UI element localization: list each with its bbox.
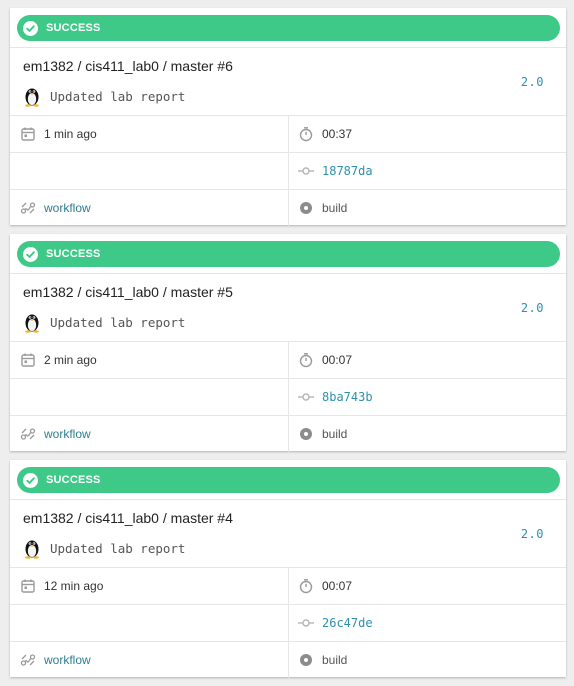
- build-title[interactable]: em1382 / cis411_lab0 / master #4: [23, 510, 233, 526]
- commit-message: Updated lab report: [50, 314, 186, 330]
- build-details-grid: 12 min ago 00:07 26c47de workflow build: [10, 567, 566, 678]
- commit-message-row: Updated lab report: [23, 311, 185, 333]
- build-title[interactable]: em1382 / cis411_lab0 / master #5: [23, 284, 233, 300]
- job-dot-icon: [300, 428, 312, 440]
- calendar-icon: [21, 127, 35, 141]
- workflow-link[interactable]: workflow: [44, 653, 91, 667]
- job-dot-icon: [300, 202, 312, 214]
- build-title[interactable]: em1382 / cis411_lab0 / master #6: [23, 58, 233, 74]
- stopwatch-icon: [299, 579, 313, 594]
- commit-hash-cell[interactable]: 26c47de: [298, 605, 373, 641]
- status-label: SUCCESS: [46, 248, 101, 260]
- workflow-link[interactable]: workflow: [44, 427, 91, 441]
- version-label: 2.0: [520, 75, 544, 89]
- workflow-icon: [20, 654, 36, 666]
- commit-hash-link[interactable]: 8ba743b: [322, 390, 373, 404]
- commit-icon: [298, 167, 314, 175]
- job-cell: build: [298, 416, 347, 452]
- workflow-icon: [20, 428, 36, 440]
- duration: 00:07: [322, 353, 353, 367]
- linux-tux-icon: [25, 88, 39, 107]
- job-cell: build: [298, 642, 347, 678]
- check-circle-icon: [23, 246, 38, 262]
- time-ago: 12 min ago: [44, 579, 104, 593]
- commit-hash-link[interactable]: 26c47de: [322, 616, 373, 630]
- calendar-icon: [21, 579, 35, 593]
- job-name: build: [322, 653, 348, 667]
- commit-hash-link[interactable]: 18787da: [322, 164, 373, 178]
- stopwatch-icon: [299, 353, 313, 368]
- status-badge[interactable]: SUCCESS: [17, 467, 560, 493]
- duration: 00:07: [322, 579, 353, 593]
- build-time: 2 min ago: [20, 342, 97, 378]
- build-list: SUCCESS em1382 / cis411_lab0 / master #6…: [10, 8, 566, 686]
- linux-tux-icon: [25, 540, 39, 559]
- divider: [10, 499, 566, 500]
- build-card[interactable]: SUCCESS em1382 / cis411_lab0 / master #5…: [10, 234, 566, 452]
- status-badge[interactable]: SUCCESS: [17, 15, 560, 41]
- status-badge[interactable]: SUCCESS: [17, 241, 560, 267]
- build-card[interactable]: SUCCESS em1382 / cis411_lab0 / master #4…: [10, 460, 566, 678]
- workflow-cell[interactable]: workflow: [20, 642, 91, 678]
- build-duration: 00:07: [298, 568, 352, 604]
- job-dot-icon: [300, 654, 312, 666]
- version-label: 2.0: [520, 301, 544, 315]
- version-label: 2.0: [520, 527, 544, 541]
- linux-tux-icon: [25, 314, 39, 333]
- check-circle-icon: [23, 472, 38, 488]
- workflow-cell[interactable]: workflow: [20, 190, 91, 226]
- commit-message-row: Updated lab report: [23, 537, 185, 559]
- divider: [10, 47, 566, 48]
- job-name: build: [322, 201, 348, 215]
- check-circle-icon: [23, 20, 38, 36]
- time-ago: 2 min ago: [44, 353, 97, 367]
- time-ago: 1 min ago: [44, 127, 97, 141]
- status-label: SUCCESS: [46, 22, 101, 34]
- commit-message: Updated lab report: [50, 540, 186, 556]
- commit-icon: [298, 619, 314, 627]
- job-cell: build: [298, 190, 347, 226]
- commit-message-row: Updated lab report: [23, 85, 185, 107]
- divider: [10, 273, 566, 274]
- build-time: 1 min ago: [20, 116, 97, 152]
- workflow-cell[interactable]: workflow: [20, 416, 91, 452]
- build-card[interactable]: SUCCESS em1382 / cis411_lab0 / master #6…: [10, 8, 566, 226]
- commit-icon: [298, 393, 314, 401]
- commit-hash-cell[interactable]: 8ba743b: [298, 379, 373, 415]
- commit-hash-cell[interactable]: 18787da: [298, 153, 373, 189]
- duration: 00:37: [322, 127, 353, 141]
- build-details-grid: 1 min ago 00:37 18787da workflow build: [10, 115, 566, 226]
- calendar-icon: [21, 353, 35, 367]
- build-time: 12 min ago: [20, 568, 103, 604]
- job-name: build: [322, 427, 348, 441]
- build-duration: 00:07: [298, 342, 352, 378]
- build-details-grid: 2 min ago 00:07 8ba743b workflow build: [10, 341, 566, 452]
- commit-message: Updated lab report: [50, 88, 186, 104]
- status-label: SUCCESS: [46, 474, 101, 486]
- workflow-link[interactable]: workflow: [44, 201, 91, 215]
- stopwatch-icon: [299, 127, 313, 142]
- workflow-icon: [20, 202, 36, 214]
- build-duration: 00:37: [298, 116, 352, 152]
